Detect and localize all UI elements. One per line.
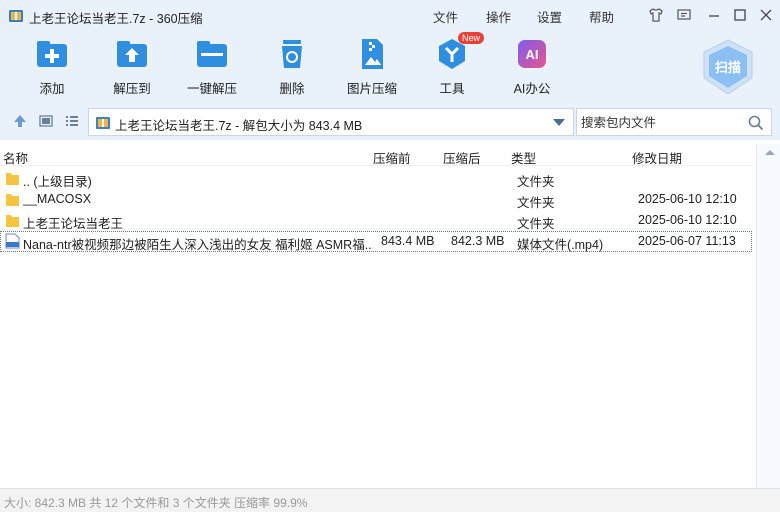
delete-label: 删除 (279, 82, 305, 96)
path-bar[interactable]: 上老王论坛当老王.7z - 解包大小为 843.4 MB (88, 108, 574, 136)
column-type[interactable]: 类型 (511, 148, 536, 167)
file-size-before: 843.4 MB (381, 234, 435, 248)
new-badge: New (458, 32, 485, 44)
file-type: 文件夹 (517, 196, 555, 210)
archive-icon (96, 117, 110, 129)
status-text: 大小: 842.3 MB 共 12 个文件和 3 个文件夹 压缩率 99.9% (4, 496, 308, 510)
add-button[interactable]: 添加 (14, 38, 90, 98)
skin-icon[interactable] (648, 7, 664, 23)
image-compress-label: 图片压缩 (346, 82, 397, 96)
tools-label: 工具 (439, 82, 465, 96)
menu-file[interactable]: 文件 (433, 7, 458, 26)
column-size-after[interactable]: 压缩后 (443, 148, 481, 167)
column-modified[interactable]: 修改日期 (632, 148, 682, 167)
folder-icon (6, 194, 19, 206)
vertical-scrollbar[interactable] (756, 144, 780, 488)
column-size-before[interactable]: 压缩前 (373, 148, 411, 167)
app-icon (9, 10, 23, 22)
feedback-icon[interactable] (676, 7, 692, 23)
search-input[interactable] (581, 114, 741, 132)
search-box[interactable] (576, 108, 772, 136)
tools-button[interactable]: New 工具 (414, 32, 490, 98)
file-type: 媒体文件(.mp4) (517, 238, 604, 252)
window-title: 上老王论坛当老王.7z - 360压缩 (29, 12, 203, 26)
one-click-extract-label: 一键解压 (186, 82, 237, 96)
file-size-after: 842.3 MB (451, 234, 505, 248)
maximize-icon[interactable] (732, 7, 748, 23)
file-name: .. (上级目录) (23, 175, 92, 189)
minimize-icon[interactable] (706, 7, 722, 23)
extract-to-label: 解压到 (113, 82, 151, 96)
extract-to-icon (117, 41, 147, 67)
list-header: 名称 压缩前 压缩后 类型 修改日期 (0, 144, 752, 166)
one-click-extract-icon (197, 41, 227, 67)
chevron-down-icon[interactable] (553, 119, 565, 126)
search-icon[interactable] (747, 114, 765, 132)
file-date: 2025-06-07 11:13 (638, 234, 736, 248)
extract-to-button[interactable]: 解压到 (94, 38, 170, 98)
title-bar: 上老王论坛当老王.7z - 360压缩 文件 操作 设置 帮助 (0, 0, 780, 32)
mp4-file-icon (5, 233, 20, 249)
list-item[interactable]: Nana-ntr被视频那边被陌生人深入浅出的女友 福利姬 ASMR福... 84… (0, 231, 752, 252)
file-name: __MACOSX (23, 192, 92, 206)
list-item[interactable]: 上老王论坛当老王 文件夹 2025-06-10 12:10 (0, 210, 752, 231)
add-icon (37, 41, 67, 67)
add-label: 添加 (39, 82, 65, 96)
file-name: Nana-ntr被视频那边被陌生人深入浅出的女友 福利姬 ASMR福... (23, 238, 373, 252)
folder-icon (6, 173, 19, 185)
menu-operation[interactable]: 操作 (486, 7, 511, 26)
column-name[interactable]: 名称 (3, 148, 28, 167)
image-compress-button[interactable]: 图片压缩 (334, 38, 410, 98)
status-bar: 大小: 842.3 MB 共 12 个文件和 3 个文件夹 压缩率 99.9% (0, 488, 780, 512)
menu-settings[interactable]: 设置 (537, 7, 562, 26)
file-date: 2025-06-10 12:10 (638, 192, 737, 206)
menu-help[interactable]: 帮助 (589, 7, 614, 26)
scan-button[interactable]: 扫描 (700, 38, 756, 96)
folder-icon (6, 215, 19, 227)
image-compress-icon (362, 39, 383, 69)
list-item[interactable]: .. (上级目录) 文件夹 (0, 168, 752, 189)
one-click-extract-button[interactable]: 一键解压 (174, 38, 250, 98)
file-type: 文件夹 (517, 217, 555, 231)
list-item[interactable]: __MACOSX 文件夹 2025-06-10 12:10 (0, 189, 752, 210)
ai-icon-text: AI (526, 47, 539, 62)
address-row: 上老王论坛当老王.7z - 解包大小为 843.4 MB (0, 104, 780, 140)
ai-office-icon: AI (518, 40, 546, 68)
up-arrow-icon[interactable] (12, 113, 28, 129)
file-date: 2025-06-10 12:10 (638, 213, 737, 227)
delete-icon (282, 40, 302, 68)
ai-office-button[interactable]: AI AI办公 (494, 38, 570, 98)
ai-office-label: AI办公 (513, 82, 551, 96)
delete-button[interactable]: 删除 (254, 38, 330, 98)
file-type: 文件夹 (517, 175, 555, 189)
list-view-icon[interactable] (64, 113, 80, 129)
top-panel: 上老王论坛当老王.7z - 360压缩 文件 操作 设置 帮助 添加 解压到 一… (0, 0, 780, 104)
scroll-up-icon[interactable] (765, 150, 775, 155)
thumbnail-view-icon[interactable] (38, 113, 54, 129)
scan-label: 扫描 (714, 60, 741, 75)
file-name: 上老王论坛当老王 (23, 217, 124, 231)
path-text: 上老王论坛当老王.7z - 解包大小为 843.4 MB (115, 119, 363, 133)
close-icon[interactable] (758, 7, 774, 23)
